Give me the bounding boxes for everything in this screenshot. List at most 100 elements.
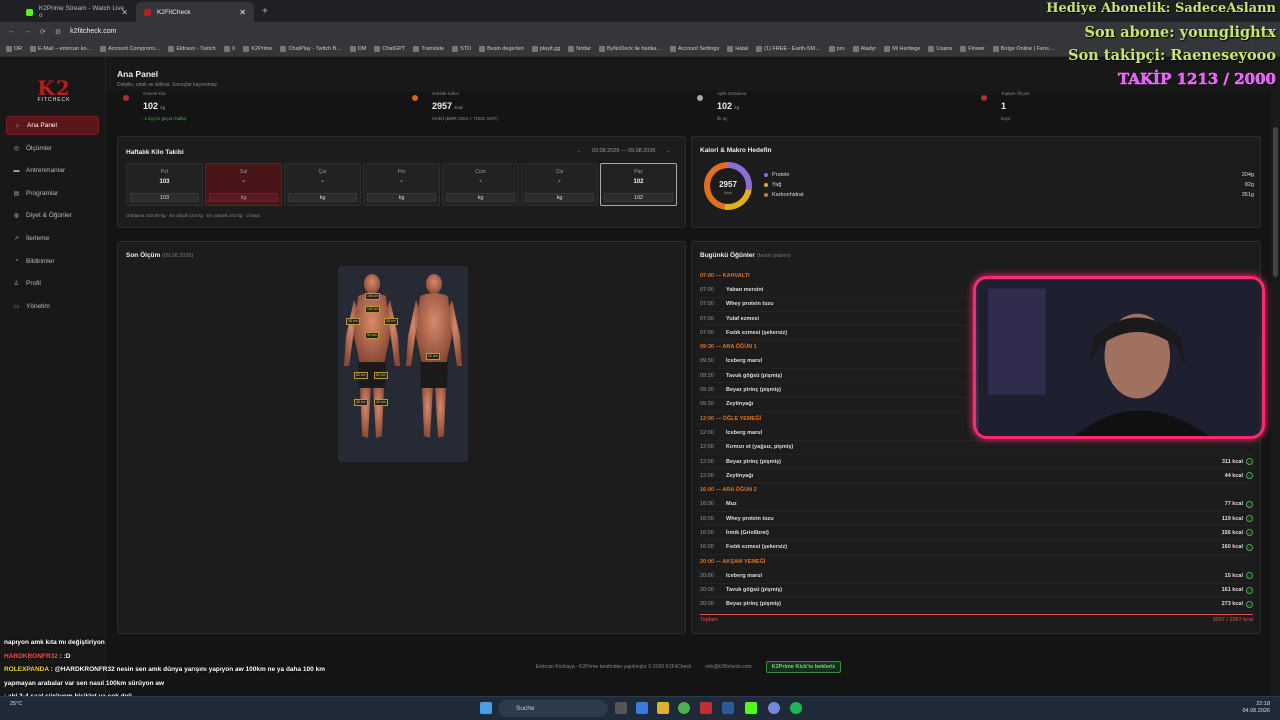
sidebar-item-i-lerleme[interactable]: ↗ İlerleme bbox=[6, 229, 99, 248]
meal-item[interactable]: 12:00 Beyaz pirinç (pişmiş) 311 kcal ✓ bbox=[700, 455, 1253, 470]
day-weight-input[interactable]: 102 bbox=[604, 193, 673, 202]
tab-k2prime-stream[interactable]: K2Prime Stream - Watch Live o ✕ bbox=[18, 2, 136, 22]
close-icon[interactable]: ✕ bbox=[239, 8, 246, 17]
bookmark-item[interactable]: Translate bbox=[413, 45, 444, 52]
bookmark-item[interactable]: ChatPlay - Twitch B… bbox=[280, 45, 342, 52]
close-icon[interactable]: ✕ bbox=[121, 8, 128, 17]
bookmark-item[interactable]: pro bbox=[828, 45, 845, 52]
day-weight-input[interactable]: kg bbox=[288, 193, 357, 202]
check-icon[interactable]: ✓ bbox=[1246, 472, 1253, 480]
meal-item[interactable]: 16:00 Whey protein tozu 119 kcal ✓ bbox=[700, 512, 1253, 527]
check-icon[interactable]: ✓ bbox=[1246, 529, 1253, 537]
day-cell[interactable]: Cts - kg bbox=[521, 163, 598, 206]
bookmark-item[interactable]: Flower bbox=[960, 45, 985, 52]
weather-widget[interactable]: 25°C bbox=[10, 701, 22, 707]
new-tab-icon[interactable]: + bbox=[262, 6, 268, 17]
stat-label: Aylık Ortalama bbox=[717, 91, 747, 96]
check-icon[interactable]: ✓ bbox=[1246, 586, 1253, 594]
steam-icon[interactable] bbox=[722, 702, 734, 714]
app-icon[interactable] bbox=[745, 702, 757, 714]
bookmark-item[interactable]: E-Mail – emircan ko… bbox=[29, 45, 92, 52]
bookmark-item[interactable]: Besin degerleri bbox=[479, 45, 524, 52]
app-icon[interactable] bbox=[700, 702, 712, 714]
bookmark-item[interactable]: X bbox=[223, 45, 235, 52]
bookmark-item[interactable]: Account Compromi… bbox=[100, 45, 160, 52]
meal-item[interactable]: 20:00 Tavuk göğsü (pişmiş) 161 kcal ✓ bbox=[700, 584, 1253, 598]
measure-tag-thigh-left: 62 cm bbox=[354, 372, 368, 379]
check-icon[interactable]: ✓ bbox=[1246, 500, 1253, 508]
footer-email-link[interactable]: info@k2fitcheck.com bbox=[705, 664, 751, 670]
next-week-button[interactable]: → bbox=[666, 148, 672, 154]
bookmark-item[interactable]: K2Prime bbox=[243, 45, 272, 52]
app-icon[interactable] bbox=[636, 702, 648, 714]
reload-icon[interactable]: ⟳ bbox=[40, 28, 46, 36]
meal-item[interactable]: 16:00 İrmik (Grießbrei) 156 kcal ✓ bbox=[700, 526, 1253, 541]
back-icon[interactable]: ← bbox=[8, 28, 15, 35]
check-icon[interactable]: ✓ bbox=[1246, 515, 1253, 523]
chrome-icon[interactable] bbox=[678, 702, 690, 714]
system-clock[interactable]: 22:18 04.08.2026 bbox=[1242, 701, 1270, 715]
spotify-icon[interactable] bbox=[790, 702, 802, 714]
sidebar-item-profil[interactable]: ♙ Profil bbox=[6, 274, 99, 293]
task-view-icon[interactable] bbox=[615, 702, 627, 714]
windows-start-icon[interactable] bbox=[480, 702, 492, 714]
discord-icon[interactable] bbox=[768, 702, 780, 714]
meal-item[interactable]: 20:00 Iceberg marul 15 kcal ✓ bbox=[700, 569, 1253, 584]
forward-icon[interactable]: → bbox=[24, 28, 31, 35]
check-icon[interactable]: ✓ bbox=[1246, 458, 1253, 465]
bookmark-item[interactable]: Lisans bbox=[928, 45, 952, 52]
bookmark-item[interactable]: Aladyr bbox=[852, 45, 876, 52]
sidebar-item-diyet-öğünler[interactable]: ◍ Diyet & Öğünler bbox=[6, 206, 99, 225]
sidebar-item-yönetim[interactable]: ▭ Yönetim bbox=[6, 297, 99, 316]
meal-item[interactable]: 16:00 Fıstık ezmesi (şekersiz) 160 kcal ✓ bbox=[700, 541, 1253, 555]
day-cell[interactable]: Per - kg bbox=[363, 163, 440, 206]
chat-username[interactable]: HARDKRONFR32 bbox=[4, 653, 58, 660]
tab-k2fitcheck[interactable]: K2FitCheck ✕ bbox=[136, 2, 254, 22]
bookmark-item[interactable]: playit.gg bbox=[531, 45, 560, 52]
sidebar-item-programlar[interactable]: ▤ Programlar bbox=[6, 184, 99, 203]
sidebar-item-antrenmanlar[interactable]: ▬ Antrenmanlar bbox=[6, 161, 99, 180]
taskbar-search[interactable]: Suche bbox=[498, 700, 608, 717]
bookmark-item[interactable]: DM bbox=[349, 45, 366, 52]
check-icon[interactable]: ✓ bbox=[1246, 600, 1253, 608]
url-field[interactable]: k2fitcheck.com bbox=[70, 28, 116, 35]
chat-username[interactable]: ROLEXPANDA bbox=[4, 666, 49, 673]
bookmark-item[interactable]: ChatGPT bbox=[374, 45, 405, 52]
bookmark-item[interactable]: (1) FREE - Earth-SM… bbox=[756, 45, 821, 52]
file-explorer-icon[interactable] bbox=[657, 702, 669, 714]
bookmark-item[interactable]: Account Settings bbox=[669, 45, 719, 52]
day-weight-input[interactable]: kg bbox=[367, 193, 436, 202]
bookmark-item[interactable]: Notlar bbox=[568, 45, 591, 52]
bookmark-item[interactable]: DR bbox=[6, 45, 22, 52]
day-weight-input[interactable]: kg bbox=[446, 193, 515, 202]
bookmark-item[interactable]: STD bbox=[452, 45, 471, 52]
scrollbar-thumb[interactable] bbox=[1273, 127, 1278, 277]
day-cell[interactable]: Cum - kg bbox=[442, 163, 519, 206]
day-cell[interactable]: Sal - kg bbox=[205, 163, 282, 206]
check-icon[interactable]: ✓ bbox=[1246, 543, 1253, 551]
meal-item[interactable]: 12:00 Zeytinyağı 44 kcal ✓ bbox=[700, 469, 1253, 484]
meal-item[interactable]: 16:00 Muz 77 kcal ✓ bbox=[700, 498, 1253, 513]
sidebar-item-ana-panel[interactable]: ⌂ Ana Panel bbox=[6, 116, 99, 135]
meal-item[interactable]: 20:00 Beyaz pirinç (pişmiş) 273 kcal ✓ bbox=[700, 598, 1253, 613]
bookmark-item[interactable]: Mi Heritage bbox=[884, 45, 920, 52]
meal-item[interactable]: 12:00 Kırmızı et (yağsız, pişmiş) bbox=[700, 441, 1253, 455]
prev-week-button[interactable]: ← bbox=[576, 148, 582, 154]
sidebar-item-ölçümler[interactable]: ◎ Ölçümler bbox=[6, 139, 99, 158]
day-cell[interactable]: Pzt 103 103 bbox=[126, 163, 203, 206]
sidebar-item-bildirimler[interactable]: ◔ Bildirimler bbox=[6, 252, 99, 271]
day-weight-input[interactable]: kg bbox=[209, 193, 278, 202]
bookmark-item[interactable]: Hatal bbox=[727, 45, 748, 52]
k2fitcheck-logo[interactable]: K2 FITCHECK bbox=[18, 71, 90, 105]
check-icon[interactable]: ✓ bbox=[1246, 572, 1253, 580]
site-info-icon[interactable]: ⚙ bbox=[55, 28, 61, 36]
bookmark-item[interactable]: Bolge Online | Fens… bbox=[992, 45, 1054, 52]
kick-button[interactable]: K2Prime Kick'te bekleriz bbox=[765, 661, 842, 673]
page-scrollbar[interactable] bbox=[1271, 57, 1280, 696]
day-cell[interactable]: Çar - kg bbox=[284, 163, 361, 206]
bookmark-item[interactable]: Eldraun - Twitch bbox=[168, 45, 216, 52]
day-weight-input[interactable]: 103 bbox=[130, 193, 199, 202]
day-weight-input[interactable]: kg bbox=[525, 193, 594, 202]
bookmark-item[interactable]: ByNoDeck ile harika… bbox=[598, 45, 662, 52]
day-cell[interactable]: Paz 102 102 bbox=[600, 163, 677, 206]
